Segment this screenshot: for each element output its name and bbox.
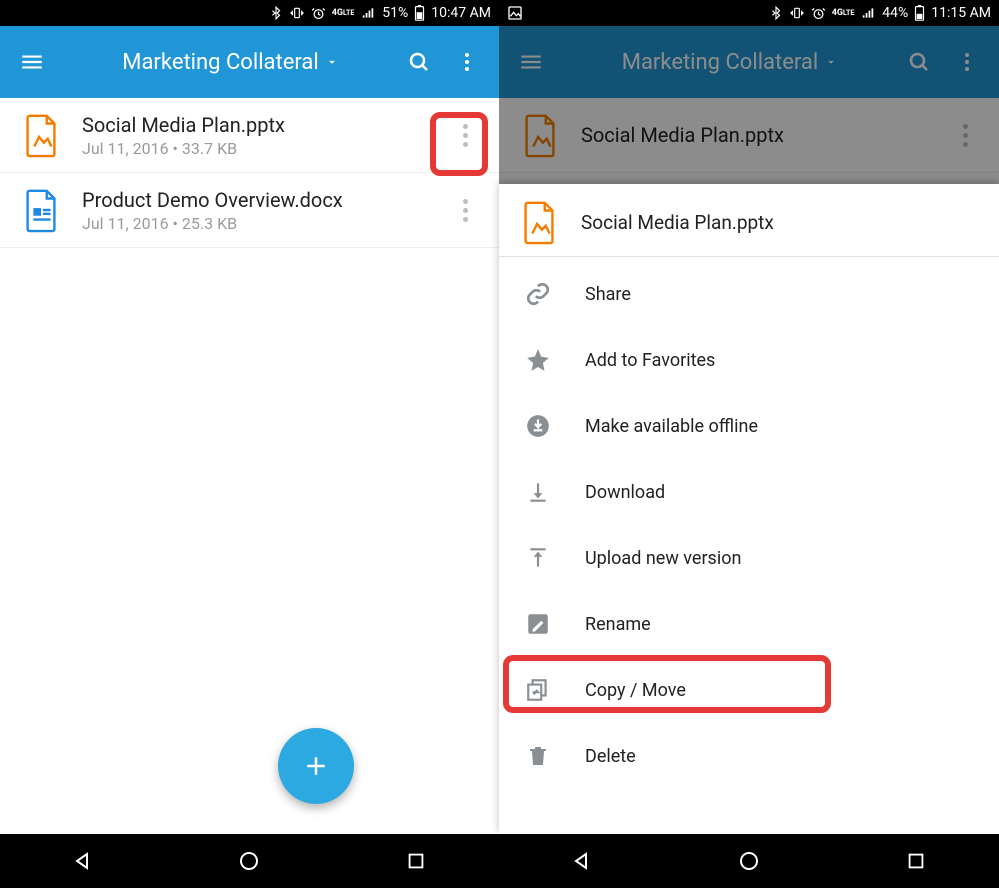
alarm-icon [311, 6, 326, 21]
fab-add-button[interactable] [278, 728, 354, 804]
file-icon-pptx [18, 112, 64, 158]
file-icon-docx [18, 187, 64, 233]
triangle-back-icon [71, 849, 95, 873]
clock-text: 11:15 AM [931, 5, 991, 21]
circle-home-icon [237, 849, 261, 873]
sheet-item-label: Download [585, 482, 665, 503]
sheet-item-label: Copy / Move [585, 680, 686, 701]
file-meta: Jul 11, 2016 • 33.7 KB [82, 139, 285, 158]
file-row[interactable]: Product Demo Overview.docx Jul 11, 2016 … [0, 173, 499, 248]
rename-icon [519, 611, 557, 637]
sheet-item-label: Upload new version [585, 548, 741, 569]
sheet-item-download[interactable]: Download [499, 459, 999, 525]
sheet-item-label: Add to Favorites [585, 350, 715, 371]
file-more-button[interactable] [445, 190, 485, 230]
clock-text: 10:47 AM [431, 5, 491, 21]
lte-icon: 4GLTE [332, 9, 355, 18]
sheet-item-offline[interactable]: Make available offline [499, 393, 999, 459]
nav-back-button[interactable] [556, 845, 608, 877]
android-nav-bar [499, 834, 999, 888]
nav-recents-button[interactable] [390, 845, 442, 877]
status-bar: 4GLTE 51% 10:47 AM [0, 0, 499, 26]
circle-home-icon [737, 849, 761, 873]
copy-move-icon [519, 677, 557, 703]
vibrate-icon [789, 6, 805, 20]
file-icon-pptx [517, 200, 561, 244]
sheet-item-share[interactable]: Share [499, 261, 999, 327]
action-sheet: Social Media Plan.pptx Share Add to Favo… [499, 184, 999, 834]
link-icon [519, 281, 557, 307]
signal-icon [860, 6, 876, 20]
battery-icon [914, 5, 925, 21]
offline-icon [519, 413, 557, 439]
lte-icon: 4GLTE [832, 9, 855, 18]
battery-percent: 44% [882, 5, 908, 21]
more-vert-icon [463, 124, 468, 147]
android-nav-bar [0, 834, 499, 888]
sheet-item-label: Make available offline [585, 416, 758, 437]
plus-icon [301, 751, 331, 781]
file-list: Social Media Plan.pptx Jul 11, 2016 • 33… [0, 98, 499, 834]
menu-button[interactable] [12, 42, 52, 82]
square-recents-icon [905, 850, 927, 872]
more-vert-icon [455, 50, 479, 74]
app-bar: Marketing Collateral [0, 26, 499, 98]
vibrate-icon [289, 6, 305, 20]
status-bar: 4GLTE 44% 11:15 AM [499, 0, 999, 26]
image-notif-icon [507, 5, 523, 21]
alarm-icon [811, 6, 826, 21]
sheet-item-upload[interactable]: Upload new version [499, 525, 999, 591]
divider [499, 256, 999, 257]
page-title[interactable]: Marketing Collateral [122, 50, 318, 75]
sheet-item-label: Share [585, 284, 631, 305]
star-icon [519, 347, 557, 373]
triangle-back-icon [570, 849, 594, 873]
nav-back-button[interactable] [57, 845, 109, 877]
download-icon [519, 479, 557, 505]
search-button[interactable] [399, 42, 439, 82]
battery-icon [414, 5, 425, 21]
sheet-item-rename[interactable]: Rename [499, 591, 999, 657]
nav-home-button[interactable] [223, 845, 275, 877]
sheet-item-label: Rename [585, 614, 651, 635]
delete-icon [519, 743, 557, 769]
search-icon [407, 50, 431, 74]
sheet-filename: Social Media Plan.pptx [581, 211, 774, 234]
overflow-button[interactable] [447, 42, 487, 82]
file-more-button[interactable] [445, 115, 485, 155]
file-name: Social Media Plan.pptx [82, 113, 285, 137]
square-recents-icon [405, 850, 427, 872]
nav-home-button[interactable] [723, 845, 775, 877]
battery-percent: 51% [382, 5, 408, 21]
file-meta: Jul 11, 2016 • 25.3 KB [82, 214, 343, 233]
file-name: Product Demo Overview.docx [82, 188, 343, 212]
sheet-item-copy-move[interactable]: Copy / Move [499, 657, 999, 723]
nav-recents-button[interactable] [890, 845, 942, 877]
sheet-item-delete[interactable]: Delete [499, 723, 999, 789]
dropdown-icon[interactable] [325, 55, 339, 69]
hamburger-icon [19, 49, 45, 75]
sheet-item-label: Delete [585, 746, 636, 767]
more-vert-icon [463, 199, 468, 222]
file-row[interactable]: Social Media Plan.pptx Jul 11, 2016 • 33… [0, 98, 499, 173]
signal-icon [360, 6, 376, 20]
bluetooth-icon [769, 6, 783, 20]
sheet-item-favorite[interactable]: Add to Favorites [499, 327, 999, 393]
bluetooth-icon [269, 6, 283, 20]
upload-icon [519, 545, 557, 571]
sheet-header: Social Media Plan.pptx [499, 184, 999, 256]
